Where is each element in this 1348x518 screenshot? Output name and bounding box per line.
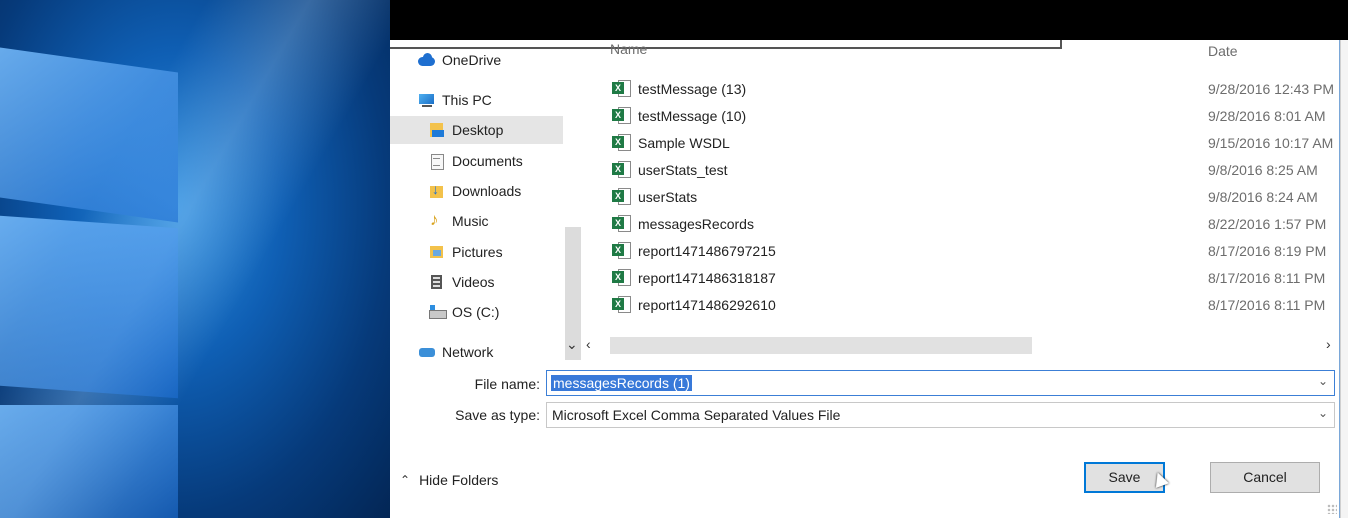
file-name: testMessage (13) [638, 81, 747, 97]
save-as-dialog: Name Date OneDrive This PC Desktop Docum… [390, 0, 1348, 518]
nav-item-label: This PC [442, 92, 492, 108]
file-date: 8/17/2016 8:11 PM [1208, 297, 1326, 313]
file-name: report1471486797215 [638, 243, 776, 259]
file-name-label: File name: [474, 376, 540, 392]
excel-csv-file-icon: X [612, 133, 632, 153]
documents-folder-icon [428, 153, 446, 170]
column-header-name[interactable]: Name [610, 41, 647, 57]
nav-item-label: Network [442, 344, 494, 360]
chevron-up-icon: ⌃ [400, 473, 411, 487]
excel-csv-file-icon: X [612, 214, 632, 234]
desktop-folder-icon [428, 122, 446, 138]
chevron-down-icon[interactable]: ⌄ [1318, 374, 1328, 388]
file-name-value: messagesRecords (1) [551, 375, 692, 391]
file-row[interactable]: X report1471486797215 8/17/2016 8:19 PM [610, 238, 1340, 265]
background-window-edge [1340, 40, 1348, 518]
file-name: Sample WSDL [638, 135, 730, 151]
nav-item-label: Downloads [452, 183, 522, 199]
onedrive-icon [418, 52, 436, 68]
file-row[interactable]: X testMessage (10) 9/28/2016 8:01 AM [610, 103, 1340, 130]
file-name: messagesRecords [638, 216, 754, 232]
chevron-down-icon[interactable]: ⌄ [566, 336, 578, 353]
downloads-folder-icon [428, 181, 446, 199]
pictures-folder-icon [428, 244, 446, 260]
save-as-type-value: Microsoft Excel Comma Separated Values F… [552, 407, 841, 423]
file-date: 8/17/2016 8:11 PM [1208, 270, 1326, 286]
nav-item-label: Pictures [452, 244, 503, 260]
desktop-wallpaper [0, 0, 390, 518]
excel-csv-file-icon: X [612, 241, 632, 261]
wallpaper-window-pane [0, 47, 178, 223]
excel-csv-file-icon: X [612, 187, 632, 207]
file-row[interactable]: X userStats 9/8/2016 8:24 AM [610, 184, 1340, 211]
drive-icon [428, 304, 447, 320]
chevron-down-icon[interactable]: ⌄ [1318, 406, 1328, 420]
wallpaper-window-pane [0, 215, 178, 399]
file-row[interactable]: X report1471486292610 8/17/2016 8:11 PM [610, 292, 1340, 319]
file-date: 9/28/2016 12:43 PM [1208, 81, 1335, 97]
file-date: 9/28/2016 8:01 AM [1208, 108, 1326, 124]
excel-csv-file-icon: X [612, 295, 632, 315]
this-pc-icon [418, 92, 436, 108]
nav-item-label: Music [452, 213, 489, 229]
save-as-type-select[interactable]: Microsoft Excel Comma Separated Values F… [546, 402, 1335, 428]
nav-item-label: Videos [452, 274, 495, 290]
nav-item-videos[interactable]: Videos [428, 268, 563, 296]
scrollbar-thumb[interactable] [610, 337, 1032, 354]
file-date: 8/17/2016 8:19 PM [1208, 243, 1327, 259]
navigation-pane: OneDrive This PC Desktop Documents Downl… [390, 44, 584, 360]
scroll-right-icon[interactable]: › [1326, 336, 1331, 352]
file-date: 9/15/2016 10:17 AM [1208, 135, 1334, 151]
wallpaper-window-pane [0, 405, 178, 518]
nav-item-label: Desktop [452, 122, 504, 138]
save-as-type-label: Save as type: [455, 407, 540, 423]
file-row[interactable]: X messagesRecords 8/22/2016 1:57 PM [610, 211, 1340, 238]
file-row[interactable]: X report1471486318187 8/17/2016 8:11 PM [610, 265, 1340, 292]
nav-item-desktop[interactable]: Desktop [390, 116, 563, 144]
file-date: 9/8/2016 8:25 AM [1208, 162, 1318, 178]
file-name: userStats [638, 189, 698, 205]
nav-item-onedrive[interactable]: OneDrive [418, 46, 568, 74]
file-name: testMessage (10) [638, 108, 747, 124]
scroll-left-icon[interactable]: ‹ [586, 336, 591, 352]
column-header-date[interactable]: Date [1208, 43, 1238, 59]
excel-csv-file-icon: X [612, 268, 632, 288]
nav-item-network[interactable]: Network [418, 338, 568, 360]
file-name-input[interactable]: messagesRecords (1) ⌄ [546, 370, 1335, 396]
hide-folders-button[interactable]: ⌃ Hide Folders [400, 472, 498, 488]
file-date: 8/22/2016 1:57 PM [1208, 216, 1327, 232]
nav-item-music[interactable]: Music [428, 207, 563, 235]
cancel-button[interactable]: Cancel [1210, 462, 1320, 493]
excel-csv-file-icon: X [612, 106, 632, 126]
nav-item-this-pc[interactable]: This PC [418, 86, 568, 114]
file-row[interactable]: X Sample WSDL 9/15/2016 10:17 AM [610, 130, 1340, 157]
file-row[interactable]: X testMessage (13) 9/28/2016 12:43 PM [610, 76, 1340, 103]
dialog-top-bar [390, 0, 1348, 40]
file-date: 9/8/2016 8:24 AM [1208, 189, 1318, 205]
nav-item-pictures[interactable]: Pictures [428, 238, 563, 266]
nav-item-documents[interactable]: Documents [428, 147, 563, 175]
nav-item-os-c[interactable]: OS (C:) [428, 298, 563, 326]
excel-csv-file-icon: X [612, 79, 632, 99]
file-name: userStats_test [638, 162, 728, 178]
file-row[interactable]: X userStats_test 9/8/2016 8:25 AM [610, 157, 1340, 184]
hide-folders-label: Hide Folders [419, 472, 499, 488]
nav-item-label: OS (C:) [452, 304, 500, 320]
music-folder-icon [428, 210, 446, 230]
resize-grip-icon[interactable] [1327, 504, 1337, 514]
videos-folder-icon [428, 274, 446, 290]
file-list-horizontal-scrollbar[interactable]: ⌄ ‹ › [566, 335, 1340, 355]
network-icon [418, 344, 436, 360]
file-name: report1471486318187 [638, 270, 776, 286]
file-name: report1471486292610 [638, 297, 776, 313]
nav-item-downloads[interactable]: Downloads [428, 177, 563, 205]
excel-csv-file-icon: X [612, 160, 632, 180]
nav-item-label: Documents [452, 153, 523, 169]
nav-item-label: OneDrive [442, 52, 502, 68]
